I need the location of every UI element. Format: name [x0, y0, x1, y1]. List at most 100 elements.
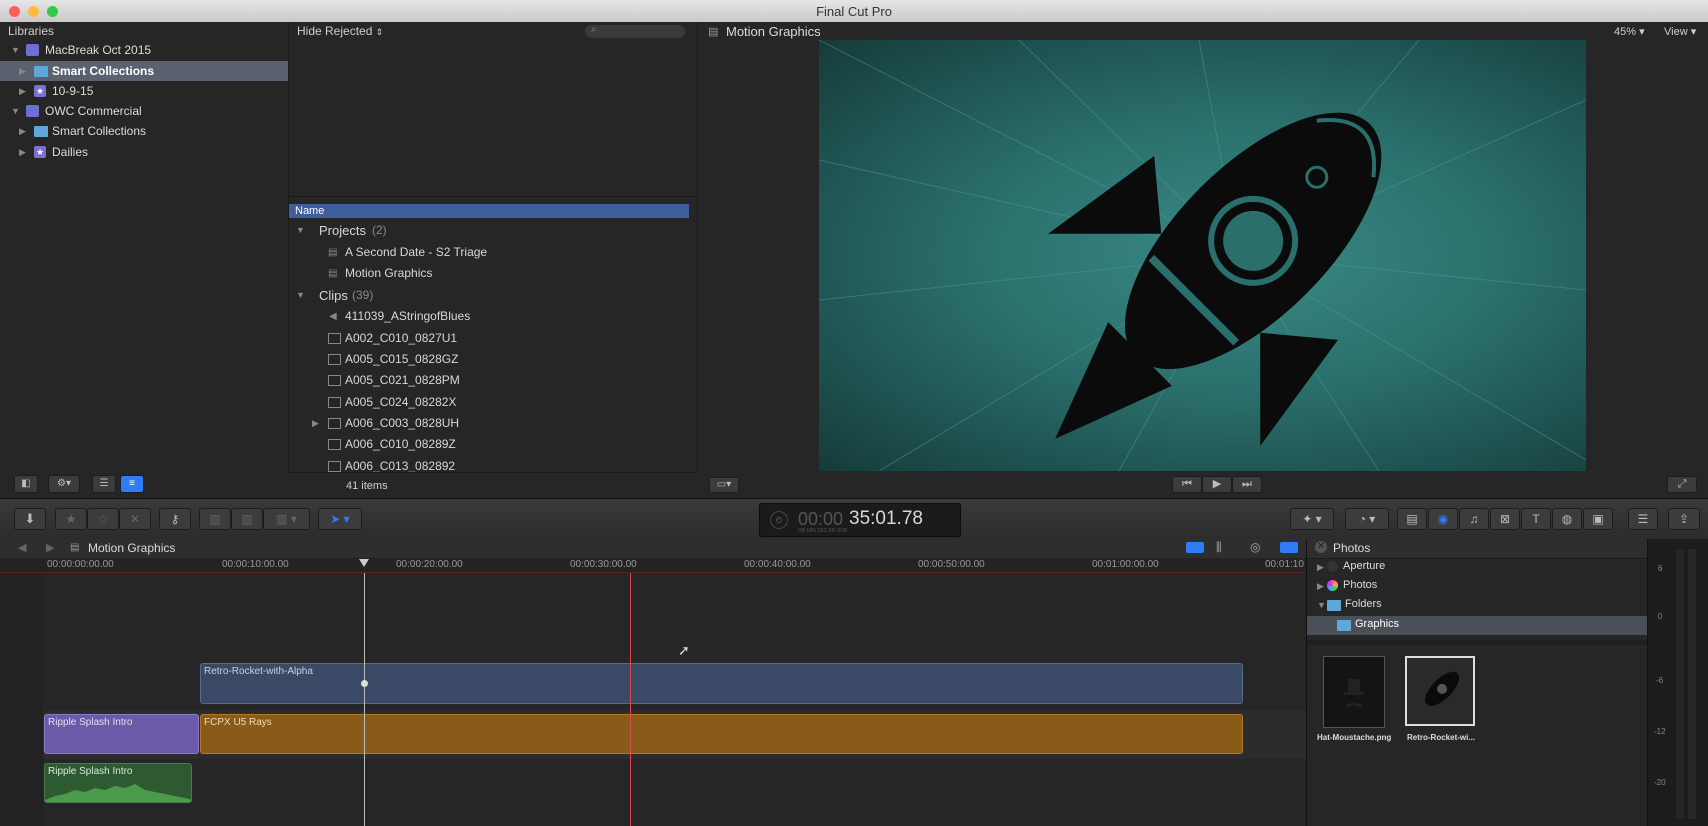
filmstrip-view-button[interactable]: ☰	[92, 475, 116, 493]
sidebar-item-event-10-9-15[interactable]: ▶ ★ 10-9-15	[0, 81, 288, 101]
list-item[interactable]: A005_C015_0828GZ	[290, 349, 695, 370]
mouse-cursor-icon: ➚	[678, 642, 690, 658]
meter-label: -6	[1656, 676, 1664, 685]
video-clip-icon	[328, 418, 341, 429]
generators-browser-button[interactable]: ◍	[1552, 508, 1582, 530]
disclosure-closed-icon[interactable]: ▶	[19, 142, 26, 162]
titles-browser-button[interactable]: T	[1521, 508, 1551, 530]
timeline-clip-ripple-video[interactable]: Ripple Splash Intro	[44, 714, 199, 754]
play-button[interactable]: ▶	[1202, 476, 1232, 493]
list-item-label: A Second Date - S2 Triage	[345, 245, 488, 259]
playhead[interactable]	[364, 573, 365, 826]
viewer-canvas[interactable]	[819, 40, 1586, 471]
enhancements-button[interactable]: ✦ ▾	[1290, 508, 1334, 530]
connect-clip-button[interactable]: ▥	[199, 508, 231, 530]
sidebar-item-dailies[interactable]: ▶ ★ Dailies	[0, 142, 288, 162]
photos-header: ✕ Photos	[1307, 539, 1647, 559]
disclosure-open-icon[interactable]: ▼	[1317, 600, 1326, 610]
music-browser-button[interactable]: ♫	[1459, 508, 1489, 530]
timeline-clip-rocket[interactable]: Retro-Rocket-with-Alpha	[200, 663, 1243, 704]
column-header-name[interactable]: Name	[289, 204, 689, 218]
disclosure-closed-icon[interactable]: ▶	[1317, 562, 1324, 573]
list-item[interactable]: ◀ 411039_AStringofBlues	[290, 306, 695, 327]
close-icon[interactable]: ✕	[1315, 541, 1327, 553]
disclosure-closed-icon[interactable]: ▶	[19, 121, 26, 141]
timeline-area[interactable]: Retro-Rocket-with-Alpha Ripple Splash In…	[0, 573, 1306, 826]
library-macbreak[interactable]: ▼ MacBreak Oct 2015	[0, 40, 288, 60]
search-input[interactable]: ⌕	[585, 24, 685, 38]
list-item-label: A005_C024_08282X	[345, 395, 457, 409]
thumbnail-label: Hat-Moustache.png	[1317, 733, 1392, 742]
projects-group[interactable]: ▼ Projects (2)	[290, 220, 695, 241]
list-item[interactable]: ▶ A006_C003_0828UH	[290, 413, 695, 434]
list-item[interactable]: A002_C010_0827U1	[290, 328, 695, 349]
list-view-button[interactable]: ≡	[120, 475, 144, 493]
select-tool-button[interactable]: ➤ ▾	[318, 508, 362, 530]
thumbnail-hat-moustache[interactable]	[1323, 656, 1385, 728]
disclosure-closed-icon[interactable]: ▶	[19, 81, 26, 101]
disclosure-open-icon[interactable]: ▼	[296, 285, 305, 306]
insert-clip-button[interactable]: ▥	[231, 508, 263, 530]
zoom-popup[interactable]: 45% ▾	[1614, 25, 1645, 38]
library-owc-commercial[interactable]: ▼ OWC Commercial	[0, 101, 288, 121]
sidebar-item-smart-collections[interactable]: ▶ Smart Collections	[0, 61, 288, 81]
sidebar-item-smart-collections-2[interactable]: ▶ Smart Collections	[0, 121, 288, 141]
gear-icon[interactable]: ⚙▾	[48, 475, 80, 493]
share-button[interactable]: ⇪	[1668, 508, 1700, 530]
video-clip-icon	[328, 375, 341, 386]
timeline-ruler[interactable]: 00:00:00:00.00 00:00:10:00.00 00:00:20:0…	[0, 558, 1306, 573]
photos-item-photos[interactable]: ▶ Photos	[1307, 577, 1647, 596]
skimming-toggle[interactable]	[1186, 542, 1204, 553]
audio-skimming-icon[interactable]: ⫼	[1216, 540, 1222, 555]
list-item[interactable]: A006_C010_08289Z	[290, 434, 695, 455]
list-item[interactable]: A006_C013_082892	[290, 456, 695, 472]
favorite-button[interactable]: ★	[55, 508, 87, 530]
import-button[interactable]: ⬇	[14, 508, 46, 530]
photos-item-folders[interactable]: ▼ Folders	[1307, 596, 1647, 615]
transitions-browser-button[interactable]: ⊠	[1490, 508, 1520, 530]
retime-button[interactable]: ◔ ▾	[1345, 508, 1389, 530]
list-item[interactable]: A005_C024_08282X	[290, 392, 695, 413]
forward-arrow-icon[interactable]: ▶	[46, 541, 54, 554]
unrate-button[interactable]: ☆	[87, 508, 119, 530]
inspector-button[interactable]: ▤	[1397, 508, 1427, 530]
timeline-title: Motion Graphics	[88, 541, 176, 555]
updown-icon: ⇕	[375, 27, 384, 37]
disclosure-closed-icon[interactable]: ▶	[312, 413, 319, 434]
toggle-sidebar-button[interactable]: ◧	[14, 475, 38, 493]
reject-button[interactable]: ✕	[119, 508, 151, 530]
timeline-clip-ripple-audio[interactable]: Ripple Splash Intro	[44, 763, 192, 803]
disclosure-open-icon[interactable]: ▼	[11, 101, 20, 121]
disclosure-closed-icon[interactable]: ▶	[1317, 581, 1324, 592]
audio-meters-button[interactable]: ☰	[1628, 508, 1658, 530]
view-menu[interactable]: View ▾	[1664, 25, 1696, 38]
clips-group[interactable]: ▼ Clips (39)	[290, 285, 695, 306]
photos-item-aperture[interactable]: ▶ Aperture	[1307, 558, 1647, 577]
disclosure-closed-icon[interactable]: ▶	[19, 61, 26, 81]
list-item[interactable]: ▤ A Second Date - S2 Triage	[290, 242, 695, 263]
keyframe-marker[interactable]	[361, 680, 368, 687]
next-edit-button[interactable]: ⏭	[1232, 476, 1262, 493]
transform-menu-button[interactable]: ▭▾	[709, 477, 739, 493]
fullscreen-button[interactable]: ⤢	[1667, 476, 1697, 493]
photos-item-graphics[interactable]: Graphics	[1307, 616, 1647, 635]
keyword-button[interactable]: ⚷	[159, 508, 191, 530]
photos-browser-button[interactable]: ◉	[1428, 508, 1458, 530]
libraries-header: Libraries	[0, 22, 296, 40]
list-item[interactable]: ▤ Motion Graphics	[290, 263, 695, 284]
append-clip-button[interactable]: ▥ ▾	[263, 508, 310, 530]
filter-popup[interactable]: Hide Rejected ⇕	[297, 24, 383, 38]
playhead-handle[interactable]	[359, 558, 369, 568]
disclosure-open-icon[interactable]: ▼	[11, 40, 20, 60]
list-item[interactable]: A005_C021_0828PM	[290, 370, 695, 391]
thumbnail-retro-rocket[interactable]	[1405, 656, 1475, 726]
disclosure-open-icon[interactable]: ▼	[296, 220, 305, 241]
viewer-title: Motion Graphics	[726, 24, 821, 39]
back-arrow-icon[interactable]: ◀	[18, 541, 26, 554]
themes-browser-button[interactable]: ▣	[1583, 508, 1613, 530]
timeline-clip-rays[interactable]: FCPX U5 Rays	[200, 714, 1243, 754]
snapping-toggle[interactable]	[1280, 542, 1298, 553]
timecode-display[interactable]: ◴ 00:00 35:01.78 HR MIN SEC FR SUB	[759, 503, 961, 537]
solo-icon[interactable]: ◎	[1250, 540, 1260, 554]
previous-edit-button[interactable]: ⏮	[1172, 476, 1202, 493]
